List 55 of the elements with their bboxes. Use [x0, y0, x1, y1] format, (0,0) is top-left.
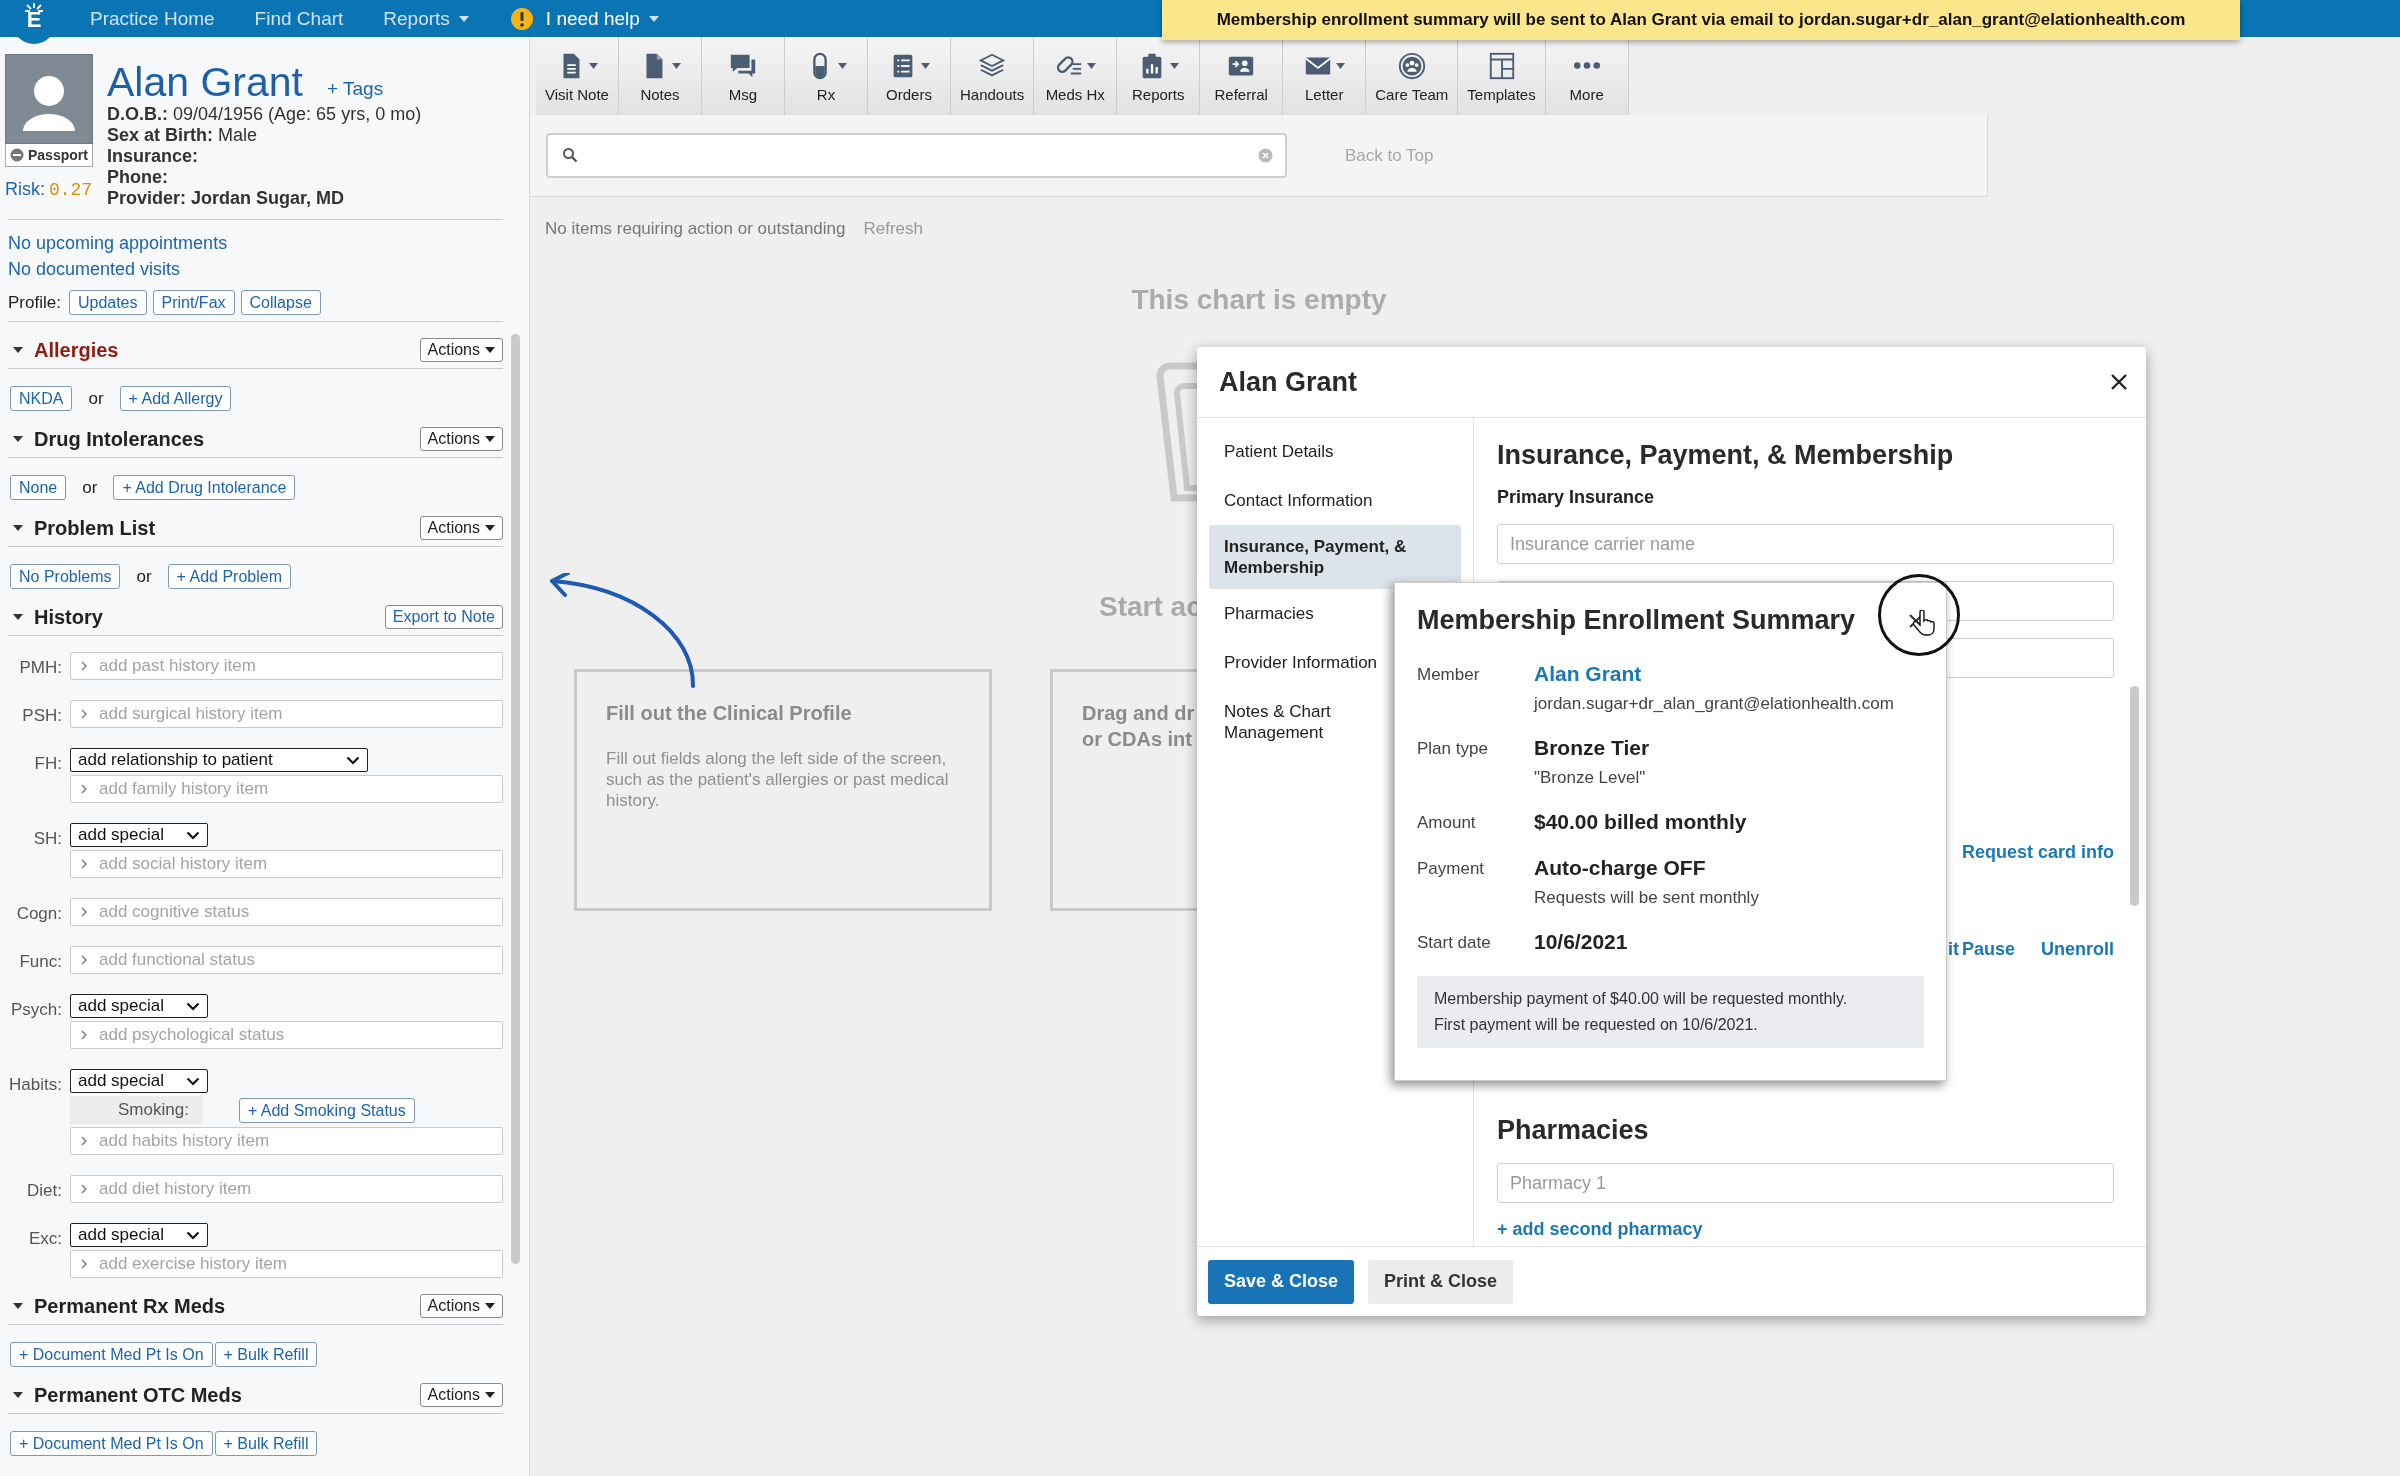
patient-detail: Insurance:	[107, 146, 200, 167]
summary-label: Plan type	[1417, 739, 1489, 760]
summary-label: Start date	[1417, 933, 1492, 954]
summary-label: Amount	[1417, 813, 1477, 834]
history-label: Exc:	[27, 1229, 62, 1250]
patient-detail: Phone:	[107, 167, 169, 188]
field-label: Primary Insurance	[1497, 487, 1656, 508]
section-title: Allergies	[34, 338, 120, 362]
summary-detail: "Bronze Level"	[1534, 768, 1647, 788]
history-label: Cogn:	[15, 904, 62, 925]
summary-value: $40.00 billed monthly	[1534, 810, 1747, 834]
or-label: or	[82, 477, 98, 498]
history-label: Habits:	[8, 1075, 62, 1096]
patient-detail: Provider: Jordan Sugar, MD	[107, 188, 346, 209]
section-title: Permanent OTC Meds	[34, 1383, 243, 1407]
or-label: or	[136, 566, 152, 587]
empty-title: This chart is empty	[1130, 284, 1388, 316]
summary-label: Member	[1417, 665, 1481, 686]
smoking-label: Smoking:	[70, 1096, 203, 1124]
card-title: or CDAs int	[1082, 727, 1192, 752]
history-label: Psych:	[9, 1000, 62, 1021]
history-label: SH:	[32, 829, 62, 850]
history-label: PSH:	[21, 706, 62, 727]
summary-label: Payment	[1417, 859, 1486, 880]
risk-label: Risk:	[5, 179, 45, 199]
history-label: FH:	[33, 754, 62, 775]
profile-label: Profile:	[8, 292, 61, 313]
patient-name: Alan Grant	[107, 60, 303, 104]
history-label: PMH:	[18, 658, 62, 679]
summary-value: Auto-charge OFF	[1534, 856, 1707, 880]
section-heading: Pharmacies	[1497, 1115, 1650, 1146]
section-title: History	[34, 605, 104, 629]
section-title: Drug Intolerances	[34, 427, 206, 451]
summary-value: Bronze Tier	[1534, 736, 1650, 760]
card-text: Fill out fields along the left side of the screen, such as the patient's allergies or past medical history.	[606, 748, 950, 811]
popup-title: Membership Enrollment Summary	[1417, 605, 1856, 636]
section-title: Problem List	[34, 516, 157, 540]
notification-banner: Membership enrollment summary will be sent to Alan Grant via email to jordan.sugar+dr_alan_grant@elationhealth.com	[1162, 0, 2240, 40]
summary-detail: Requests will be sent monthly	[1534, 888, 1759, 908]
patient-detail: Sex at Birth: Male	[107, 125, 259, 146]
history-label: Func:	[18, 952, 62, 973]
dialog-title: Alan Grant	[1219, 366, 1358, 398]
note-text: Membership payment of $40.00 will be requested monthly.	[1434, 990, 1849, 1008]
patient-detail: D.O.B.: 09/04/1956 (Age: 65 yrs, 0 mo)	[107, 104, 422, 125]
history-label: Diet:	[26, 1181, 62, 1202]
section-title: Permanent Rx Meds	[34, 1294, 227, 1318]
card-title: Fill out the Clinical Profile	[606, 701, 852, 726]
note-text: First payment will be requested on 10/6/2021.	[1434, 1016, 1759, 1034]
card-title: Drag and dr	[1082, 701, 1195, 726]
summary-value: 10/6/2021	[1534, 930, 1628, 954]
status-text: No items requiring action or outstanding	[545, 219, 846, 239]
summary-detail: jordan.sugar+dr_alan_grant@elationhealth.com	[1534, 694, 1894, 714]
section-heading: Insurance, Payment, & Membership	[1497, 440, 1955, 471]
or-label: or	[88, 388, 104, 409]
risk-score: 0.27	[49, 180, 93, 200]
